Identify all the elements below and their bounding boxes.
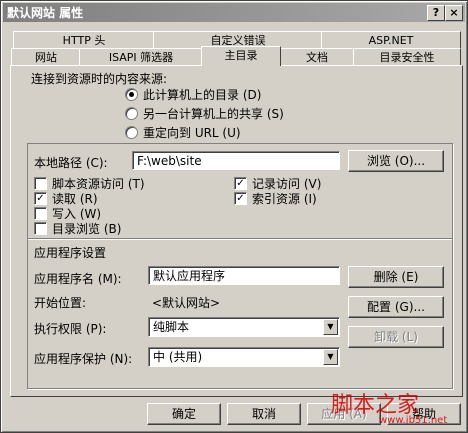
window-title: 默认网站 属性: [7, 6, 84, 20]
help-button[interactable]: ?: [427, 5, 445, 21]
checkbox-directory-browsing-label: 目录浏览 (B): [52, 222, 122, 236]
chevron-down-icon[interactable]: ▼: [323, 349, 338, 365]
tab-home-directory[interactable]: 主目录: [201, 46, 281, 66]
content-source-label: 连接到资源时的内容来源:: [31, 72, 168, 86]
app-protection-label: 应用程序保护 (N):: [34, 352, 133, 366]
radio-network-share[interactable]: [125, 107, 138, 120]
checkbox-script-source-access[interactable]: [34, 177, 47, 190]
settings-group: 本地路径 (C): F:\web\site 浏览 (O)... 脚本资源访问 (…: [27, 143, 453, 389]
configure-button[interactable]: 配置 (G)...: [348, 296, 444, 318]
app-protection-select[interactable]: 中 (共用) ▼: [148, 347, 340, 367]
execute-permissions-label: 执行权限 (P):: [34, 322, 107, 336]
checkbox-write[interactable]: [34, 207, 47, 220]
radio-local-directory-label: 此计算机上的目录 (D): [143, 88, 262, 102]
start-location-value: <默认网站>: [152, 296, 221, 310]
remove-button[interactable]: 删除 (E): [348, 266, 444, 288]
ok-button[interactable]: 确定: [147, 403, 221, 425]
app-name-input[interactable]: 默认应用程序: [148, 266, 340, 285]
local-path-label: 本地路径 (C):: [34, 156, 108, 170]
watermark-url: www.jb51.net: [379, 415, 448, 426]
execute-permissions-select[interactable]: 纯脚本 ▼: [148, 317, 340, 337]
title-bar: 默认网站 属性 ? ×: [3, 3, 465, 22]
local-path-input[interactable]: F:\web\site: [132, 151, 340, 170]
checkbox-log-visits[interactable]: ✓: [234, 177, 247, 190]
radio-local-directory[interactable]: [125, 88, 138, 101]
start-location-label: 开始位置:: [34, 296, 87, 310]
close-button[interactable]: ×: [445, 5, 463, 21]
home-directory-panel: 连接到资源时的内容来源: 此计算机上的目录 (D) 另一台计算机上的共享 (S)…: [10, 65, 463, 397]
checkbox-index-resource[interactable]: ✓: [234, 192, 247, 205]
divider: [28, 238, 452, 239]
app-name-label: 应用程序名 (M):: [34, 272, 122, 286]
app-protection-value: 中 (共用): [153, 350, 203, 364]
checkbox-read[interactable]: ✓: [34, 192, 47, 205]
radio-redirect-url[interactable]: [125, 126, 138, 139]
radio-redirect-url-label: 重定向到 URL (U): [143, 126, 241, 140]
checkbox-index-resource-label: 索引资源 (I): [252, 192, 317, 206]
browse-button[interactable]: 浏览 (O)...: [348, 150, 444, 172]
radio-network-share-label: 另一台计算机上的共享 (S): [143, 107, 284, 121]
cancel-button[interactable]: 取消: [227, 403, 301, 425]
unload-button[interactable]: 卸载 (L): [348, 326, 444, 348]
app-settings-label: 应用程序设置: [34, 246, 107, 260]
execute-permissions-value: 纯脚本: [153, 320, 190, 334]
properties-dialog: 默认网站 属性 ? × HTTP 头 自定义错误 ASP.NET 网站 ISAP…: [0, 0, 468, 433]
checkbox-directory-browsing[interactable]: [34, 222, 47, 235]
chevron-down-icon[interactable]: ▼: [323, 319, 338, 335]
